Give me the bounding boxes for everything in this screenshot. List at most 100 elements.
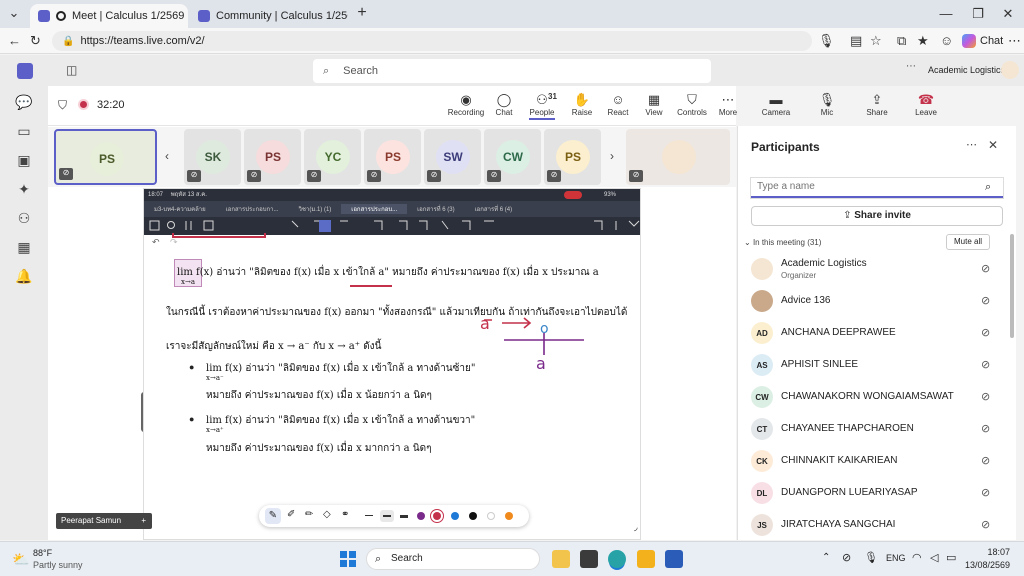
battery-icon[interactable]: ▭ [946,551,956,564]
mic-browser-icon[interactable]: 🎙 [818,33,835,49]
start-icon[interactable] [340,551,356,567]
color-white[interactable] [487,512,495,520]
close-window-icon[interactable]: ✕ [998,6,1018,22]
color-blue[interactable] [451,512,459,520]
expand-self-icon[interactable]: + [141,513,146,529]
participant-row[interactable]: CK CHINNAKIT KAIKARIEAN ⊘ [738,446,1017,478]
store-icon[interactable] [580,550,598,568]
participant-row[interactable]: Advice 136 ⊘ [738,286,1017,318]
video-tile[interactable]: PS ⊘ [544,129,601,185]
wifi-icon[interactable]: ◠ [912,551,922,564]
share-invite-button[interactable]: ⇪ Share invite [751,206,1003,226]
favorite-icon[interactable]: ☆ [870,33,882,49]
community-icon[interactable]: ⚇ [15,210,33,228]
back-icon[interactable]: ← [8,33,21,48]
control-more-button[interactable]: ⋯ More [707,92,749,117]
control-leave-button[interactable]: ☎ Leave [905,92,947,117]
tab-list-icon[interactable]: ⌄ [4,5,24,21]
activity-icon[interactable]: 💬 [15,94,33,112]
participant-row[interactable]: CW CHAWANAKORN WONGAIAMSAWAT ⊘ [738,382,1017,414]
minimize-icon[interactable]: — [936,6,956,21]
control-share-button[interactable]: ⇪ Share [856,92,898,117]
lasso-icon[interactable]: ⚭ [341,509,349,520]
participant-row[interactable]: AS APHISIT SINLEE ⊘ [738,350,1017,382]
meet-icon[interactable]: ▭ [15,123,33,141]
url-field[interactable]: 🔒 https://teams.live.com/v2/ [52,31,812,51]
more-options-icon[interactable]: ⋯ [906,61,916,72]
video-tile[interactable]: PS ⊘ [364,129,421,185]
mic-tray-icon[interactable]: 🎙 [864,551,878,564]
weather-icon[interactable]: ⛅ [12,551,29,568]
favorites-bar-icon[interactable]: ★ [917,33,929,49]
thin-line-icon[interactable] [365,515,373,516]
participant-row[interactable]: AD ANCHANA DEEPRAWEE ⊘ [738,318,1017,350]
contacts-icon[interactable]: ▣ [15,152,33,170]
control-chat-button[interactable]: ◯ Chat [483,92,525,117]
reading-icon[interactable]: ▤ [850,33,862,49]
next-page-icon[interactable]: › [610,149,614,163]
copilot-rail-icon[interactable]: ✦ [15,181,33,199]
refresh-icon[interactable]: ↻ [30,33,41,49]
control-people-button[interactable]: ⚇ 31 People [521,92,563,120]
meet-now-icon[interactable]: ⊘ [842,551,851,564]
color-orange[interactable] [505,512,513,520]
undo-icon[interactable]: ↶ [152,237,160,248]
participant-row[interactable]: JS JIRATCHAYA SANGCHAI ⊘ [738,510,1017,542]
ipad-doc-tab[interactable]: เอกสารที่ 6 (4) [465,204,523,214]
participant-row[interactable]: Academic Logistics Organizer ⊘ [738,254,1017,286]
highlighter-icon[interactable]: ✐ [287,509,295,520]
sticky-notes-icon[interactable] [637,550,655,568]
video-tile[interactable]: SK ⊘ [184,129,241,185]
more-options-icon[interactable]: ⋯ [966,138,977,151]
ipad-doc-tab[interactable]: วิชา(ม.1) (1) [289,204,342,214]
control-mic-button[interactable]: 🎙 Mic [806,92,848,117]
tab-community[interactable]: Community | Calculus 1/2569 | Mi ✕ [190,4,348,28]
ipad-doc-tab[interactable]: เอกสารที่ 6 (3) [407,204,465,214]
clock-time[interactable]: 18:07 [970,547,1010,557]
volume-icon[interactable]: ◁ [930,551,938,564]
self-video-tile[interactable]: PS ⊘ [54,129,157,185]
control-recording-button[interactable]: ◉ Recording [445,92,487,117]
taskbar-search[interactable]: ⌕ Search [366,548,540,570]
video-tile[interactable]: PS ⊘ [244,129,301,185]
file-explorer-icon[interactable] [552,550,570,568]
control-camera-button[interactable]: ▬ Camera [755,92,797,117]
video-tile[interactable]: SW ⊘ [424,129,481,185]
resize-corner-icon[interactable]: ◞ [634,522,638,533]
edge-icon[interactable] [608,550,626,568]
eraser-icon[interactable]: ◇ [323,509,331,520]
extensions-icon[interactable]: ⧉ [897,33,906,49]
participant-row[interactable]: CT CHAYANEE THAPCHAROEN ⊘ [738,414,1017,446]
control-view-button[interactable]: ▦ View [633,92,675,117]
ipad-doc-tab[interactable]: ม3-บท4-ความคล้าย [144,204,216,214]
copilot-chat-button[interactable]: Chat [962,32,1003,50]
sidebar-toggle-icon[interactable]: ◫ [66,63,77,77]
video-tile[interactable]: CW ⊘ [484,129,541,185]
profile-icon[interactable]: ☺ [940,33,953,48]
menu-icon[interactable]: ⋯ [1008,33,1021,49]
calendar-icon[interactable]: ▦ [15,239,33,257]
word-icon[interactable] [665,550,683,568]
thick-line-icon[interactable] [400,515,408,518]
notifications-icon[interactable]: 🔔 [15,268,33,286]
clock-date[interactable]: 13/08/2569 [956,560,1010,570]
new-tab-icon[interactable]: + [352,4,372,22]
pen-tool-icon[interactable]: ✎ [265,508,281,524]
video-tile[interactable]: YC ⊘ [304,129,361,185]
search-input[interactable]: ⌕ Search [313,59,711,83]
participant-search-field[interactable] [757,181,967,192]
account-avatar[interactable] [1001,61,1019,79]
scrollbar[interactable] [1010,234,1014,338]
mute-all-button[interactable]: Mute all [946,234,990,250]
ipad-doc-tab[interactable]: เอกสารประกอบ... [341,204,408,214]
redo-icon[interactable]: ↷ [170,237,178,248]
ipad-doc-tab[interactable]: เอกสารประกอบกา... [216,204,289,214]
pencil-icon[interactable]: ✏ [305,509,313,520]
color-purple[interactable] [417,512,425,520]
color-black[interactable] [469,512,477,520]
tab-meet[interactable]: Meet | Calculus 1/2569 by Ac ✕ [30,4,188,28]
organizer-video-tile[interactable]: ⊘ [626,129,730,185]
in-meeting-header[interactable]: ⌄ In this meeting (31) [744,238,821,247]
participant-search-input[interactable]: ⌕ [751,178,1003,198]
maximize-icon[interactable]: ❐ [968,6,988,22]
